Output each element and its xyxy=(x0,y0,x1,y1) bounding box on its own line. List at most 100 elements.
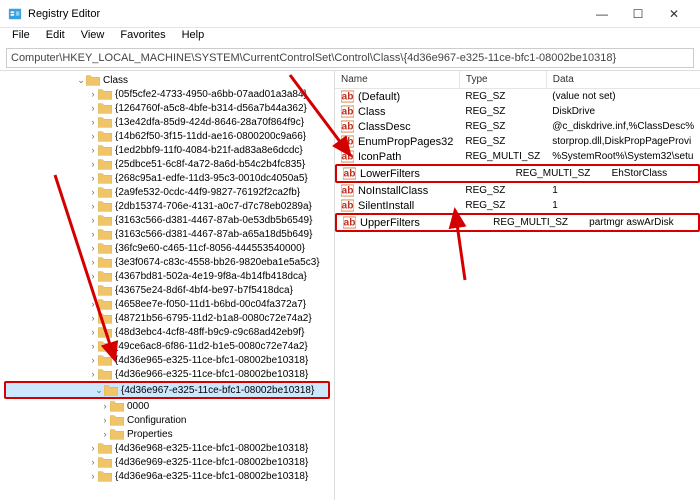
value-data: 1 xyxy=(546,183,700,198)
tree-item[interactable]: ›{43675e24-8d6f-4bf4-be97-b7f5418dca} xyxy=(0,283,334,297)
tree-item[interactable]: ›{4d36e969-e325-11ce-bfc1-08002be10318} xyxy=(0,455,334,469)
expand-chevron-icon[interactable]: › xyxy=(88,443,98,453)
close-button[interactable]: ✕ xyxy=(656,0,692,28)
tree-item-label: 0000 xyxy=(127,401,149,412)
expand-chevron-icon[interactable]: › xyxy=(88,215,98,225)
tree-item[interactable]: › {3163c566-d381-4467-87ab-a65a18d5b649} xyxy=(0,227,334,241)
expand-chevron-icon[interactable]: › xyxy=(88,131,98,141)
tree-item[interactable]: › {49ce6ac8-6f86-11d2-b1e5-0080c72e74a2} xyxy=(0,339,334,353)
expand-chevron-icon[interactable]: › xyxy=(88,313,98,323)
tree-item[interactable]: ›{48721b56-6795-11d2-b1a8-0080c72e74a2} xyxy=(0,311,334,325)
expand-chevron-icon[interactable]: › xyxy=(88,369,98,379)
tree-item[interactable]: ›{2db15374-706e-4131-a0c7-d7c78eb0289a} xyxy=(0,199,334,213)
tree-item[interactable]: › {4367bd81-502a-4e19-9f8a-4b14fb418dca} xyxy=(0,269,334,283)
menu-file[interactable]: File xyxy=(4,28,38,46)
tree-item-label: {49ce6ac8-6f86-11d2-b1e5-0080c72e74a2} xyxy=(115,341,308,352)
expand-chevron-icon[interactable]: › xyxy=(88,89,98,99)
maximize-button[interactable]: ☐ xyxy=(620,0,656,28)
tree-item[interactable]: › {13e42dfa-85d9-424d-8646-28a70f864f9c} xyxy=(0,115,334,129)
value-row[interactable]: abIconPathREG_MULTI_SZ%SystemRoot%\Syste… xyxy=(335,149,700,164)
tree-pane[interactable]: ⌄Class›{05f5cfe2-4733-4950-a6bb-07aad01a… xyxy=(0,71,335,500)
tree-item[interactable]: ›{36fc9e60-c465-11cf-8056-444553540000} xyxy=(0,241,334,255)
menu-help[interactable]: Help xyxy=(174,28,213,46)
menu-view[interactable]: View xyxy=(73,28,113,46)
expand-chevron-icon[interactable]: › xyxy=(88,341,98,351)
folder-icon xyxy=(98,470,112,482)
tree-item[interactable]: ›{4d36e966-e325-11ce-bfc1-08002be10318} xyxy=(0,367,334,381)
tree-item[interactable]: ›{2a9fe532-0cdc-44f9-9827-76192f2ca2fb} xyxy=(0,185,334,199)
titlebar: Registry Editor — ☐ ✕ xyxy=(0,0,700,28)
expand-chevron-icon[interactable]: › xyxy=(88,229,98,239)
expand-chevron-icon[interactable]: ⌄ xyxy=(94,385,104,396)
expand-chevron-icon[interactable]: › xyxy=(88,103,98,113)
tree-item[interactable]: ›{05f5cfe2-4733-4950-a6bb-07aad01a3a84} xyxy=(0,87,334,101)
menu-favorites[interactable]: Favorites xyxy=(112,28,173,46)
value-data: @c_diskdrive.inf,%ClassDesc% xyxy=(546,119,700,134)
tree-item[interactable]: ›{1ed2bbf9-11f0-4084-b21f-ad83a8e6dcdc} xyxy=(0,143,334,157)
col-type[interactable]: Type xyxy=(459,71,546,89)
minimize-button[interactable]: — xyxy=(584,0,620,28)
tree-item[interactable]: ›{48d3ebc4-4cf8-48ff-b9c9-c9c68ad42eb9f} xyxy=(0,325,334,339)
col-name[interactable]: Name xyxy=(335,71,459,89)
tree-item-label: {3163c566-d381-4467-87ab-0e53db5b6549} xyxy=(115,215,312,226)
value-type: REG_MULTI_SZ xyxy=(510,166,606,181)
tree-item[interactable]: ›{3e3f0674-c83c-4558-bb26-9820eba1e5a5c3… xyxy=(0,255,334,269)
value-row[interactable]: abClassREG_SZDiskDrive xyxy=(335,104,700,119)
expand-chevron-icon[interactable]: › xyxy=(100,415,110,425)
tree-item[interactable]: ›{4d36e96a-e325-11ce-bfc1-08002be10318} xyxy=(0,469,334,483)
address-bar[interactable]: Computer\HKEY_LOCAL_MACHINE\SYSTEM\Curre… xyxy=(6,48,694,68)
tree-item[interactable]: ›{1264760f-a5c8-4bfe-b314-d56a7b44a362} xyxy=(0,101,334,115)
expand-chevron-icon[interactable]: › xyxy=(88,327,98,337)
folder-icon xyxy=(98,144,112,156)
tree-item[interactable]: › {3163c566-d381-4467-87ab-0e53db5b6549} xyxy=(0,213,334,227)
expand-chevron-icon[interactable]: › xyxy=(88,257,98,267)
tree-item-label: {3163c566-d381-4467-87ab-a65a18d5b649} xyxy=(115,229,312,240)
tree-item-label: Configuration xyxy=(127,415,186,426)
expand-chevron-icon[interactable]: › xyxy=(88,173,98,183)
value-row-highlighted[interactable]: abUpperFiltersREG_MULTI_SZpartmgr aswArD… xyxy=(337,215,698,230)
value-name: Class xyxy=(358,106,386,118)
expand-chevron-icon[interactable]: › xyxy=(88,355,98,365)
value-type: REG_MULTI_SZ xyxy=(459,149,546,164)
value-row[interactable]: abClassDescREG_SZ@c_diskdrive.inf,%Class… xyxy=(335,119,700,134)
expand-chevron-icon[interactable]: › xyxy=(88,457,98,467)
tree-item[interactable]: ›{268c95a1-edfe-11d3-95c3-0010dc4050a5} xyxy=(0,171,334,185)
value-row[interactable]: ab(Default)REG_SZ(value not set) xyxy=(335,89,700,105)
tree-item-class[interactable]: ⌄Class xyxy=(0,73,334,87)
expand-chevron-icon[interactable]: ⌄ xyxy=(76,75,86,86)
svg-text:ab: ab xyxy=(342,121,354,132)
value-row[interactable]: abSilentInstallREG_SZ1 xyxy=(335,198,700,213)
tree-item-child[interactable]: › Configuration xyxy=(0,413,334,427)
tree-item-label: {4367bd81-502a-4e19-9f8a-4b14fb418dca} xyxy=(115,271,307,282)
tree-item-selected[interactable]: ⌄{4d36e967-e325-11ce-bfc1-08002be10318} xyxy=(6,383,328,397)
tree-item[interactable]: ›{25dbce51-6c8f-4a72-8a6d-b54c2b4fc835} xyxy=(0,157,334,171)
col-data[interactable]: Data xyxy=(546,71,700,89)
expand-chevron-icon[interactable]: › xyxy=(88,145,98,155)
tree-item[interactable]: ›{4658ee7e-f050-11d1-b6bd-00c04fa372a7} xyxy=(0,297,334,311)
expand-chevron-icon[interactable]: › xyxy=(88,285,98,295)
expand-chevron-icon[interactable]: › xyxy=(100,429,110,439)
expand-chevron-icon[interactable]: › xyxy=(88,243,98,253)
folder-icon xyxy=(98,102,112,114)
tree-item-label: {13e42dfa-85d9-424d-8646-28a70f864f9c} xyxy=(115,117,304,128)
expand-chevron-icon[interactable]: › xyxy=(88,187,98,197)
expand-chevron-icon[interactable]: › xyxy=(100,401,110,411)
menu-edit[interactable]: Edit xyxy=(38,28,73,46)
tree-item[interactable]: ›{4d36e965-e325-11ce-bfc1-08002be10318} xyxy=(0,353,334,367)
expand-chevron-icon[interactable]: › xyxy=(88,271,98,281)
expand-chevron-icon[interactable]: › xyxy=(88,471,98,481)
values-pane[interactable]: Name Type Data ab(Default)REG_SZ(value n… xyxy=(335,71,700,500)
tree-item-label: {4d36e968-e325-11ce-bfc1-08002be10318} xyxy=(115,443,308,454)
value-row-highlighted[interactable]: abLowerFiltersREG_MULTI_SZEhStorClass xyxy=(337,166,698,181)
tree-item[interactable]: › {4d36e968-e325-11ce-bfc1-08002be10318} xyxy=(0,441,334,455)
expand-chevron-icon[interactable]: › xyxy=(88,159,98,169)
value-row[interactable]: abNoInstallClassREG_SZ1 xyxy=(335,183,700,198)
expand-chevron-icon[interactable]: › xyxy=(88,201,98,211)
tree-item[interactable]: ›{14b62f50-3f15-11dd-ae16-0800200c9a66} xyxy=(0,129,334,143)
tree-item-child[interactable]: ›Properties xyxy=(0,427,334,441)
value-row[interactable]: abEnumPropPages32REG_SZstorprop.dll,Disk… xyxy=(335,134,700,149)
tree-item-child[interactable]: › 0000 xyxy=(0,399,334,413)
expand-chevron-icon[interactable]: › xyxy=(88,299,98,309)
expand-chevron-icon[interactable]: › xyxy=(88,117,98,127)
address-text: Computer\HKEY_LOCAL_MACHINE\SYSTEM\Curre… xyxy=(11,52,616,64)
